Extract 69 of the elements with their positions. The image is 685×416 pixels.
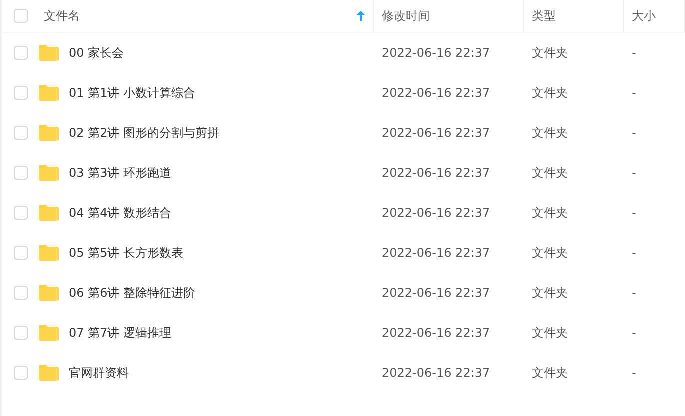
folder-icon <box>39 125 59 141</box>
column-header[interactable]: 类型 <box>532 7 556 25</box>
sort-arrow-icon[interactable] <box>357 11 365 21</box>
file-size: - <box>632 206 636 220</box>
checkbox[interactable] <box>14 366 28 380</box>
checkbox[interactable] <box>14 246 28 260</box>
file-type: 文件夹 <box>532 126 568 140</box>
checkbox[interactable] <box>14 206 28 220</box>
file-size: - <box>632 126 636 140</box>
modified-time: 2022-06-16 22:37 <box>382 126 490 140</box>
file-type: 文件夹 <box>532 166 568 180</box>
checkbox[interactable] <box>14 286 28 300</box>
modified-time: 2022-06-16 22:37 <box>382 326 490 340</box>
modified-time: 2022-06-16 22:37 <box>382 366 490 380</box>
file-row[interactable]: 官网群资料 2022-06-16 22:37 文件夹 - <box>2 353 685 393</box>
file-name[interactable]: 06 第6讲 整除特征进阶 <box>69 284 196 302</box>
folder-icon <box>39 165 59 181</box>
checkbox[interactable] <box>14 166 28 180</box>
file-row[interactable]: 00 家长会 2022-06-16 22:37 文件夹 - <box>2 33 685 73</box>
file-size: - <box>632 166 636 180</box>
modified-time: 2022-06-16 22:37 <box>382 86 490 100</box>
file-name[interactable]: 05 第5讲 长方形数表 <box>69 244 184 262</box>
file-row[interactable]: 03 第3讲 环形跑道 2022-06-16 22:37 文件夹 - <box>2 153 685 193</box>
folder-icon <box>39 205 59 221</box>
file-size: - <box>632 326 636 340</box>
folder-icon <box>39 285 59 301</box>
file-row[interactable]: 04 第4讲 数形结合 2022-06-16 22:37 文件夹 - <box>2 193 685 233</box>
file-type: 文件夹 <box>532 246 568 260</box>
column-header[interactable]: 大小 <box>632 7 656 25</box>
checkbox[interactable] <box>14 46 28 60</box>
file-type: 文件夹 <box>532 86 568 100</box>
modified-time: 2022-06-16 22:37 <box>382 46 490 60</box>
file-size: - <box>632 86 636 100</box>
file-name[interactable]: 官网群资料 <box>69 364 129 382</box>
modified-time: 2022-06-16 22:37 <box>382 206 490 220</box>
file-size: - <box>632 366 636 380</box>
file-size: - <box>632 46 636 60</box>
column-header[interactable]: 文件名 <box>44 7 80 25</box>
folder-icon <box>39 45 59 61</box>
checkbox[interactable] <box>14 126 28 140</box>
file-type: 文件夹 <box>532 326 568 340</box>
folder-icon <box>39 245 59 261</box>
file-name[interactable]: 02 第2讲 图形的分割与剪拼 <box>69 124 220 142</box>
file-size: - <box>632 246 636 260</box>
checkbox[interactable] <box>14 326 28 340</box>
file-name[interactable]: 07 第7讲 逻辑推理 <box>69 324 172 342</box>
modified-time: 2022-06-16 22:37 <box>382 246 490 260</box>
file-size: - <box>632 286 636 300</box>
file-type: 文件夹 <box>532 286 568 300</box>
file-row[interactable]: 01 第1讲 小数计算综合 2022-06-16 22:37 文件夹 - <box>2 73 685 113</box>
file-name[interactable]: 01 第1讲 小数计算综合 <box>69 84 196 102</box>
file-row[interactable]: 07 第7讲 逻辑推理 2022-06-16 22:37 文件夹 - <box>2 313 685 353</box>
file-row[interactable]: 05 第5讲 长方形数表 2022-06-16 22:37 文件夹 - <box>2 233 685 273</box>
checkbox[interactable] <box>14 9 28 23</box>
checkbox[interactable] <box>14 86 28 100</box>
file-row[interactable]: 02 第2讲 图形的分割与剪拼 2022-06-16 22:37 文件夹 - <box>2 113 685 153</box>
folder-icon <box>39 325 59 341</box>
column-header[interactable]: 修改时间 <box>382 7 430 25</box>
file-type: 文件夹 <box>532 46 568 60</box>
file-type: 文件夹 <box>532 206 568 220</box>
modified-time: 2022-06-16 22:37 <box>382 166 490 180</box>
file-name[interactable]: 03 第3讲 环形跑道 <box>69 164 172 182</box>
file-name[interactable]: 00 家长会 <box>69 44 124 62</box>
file-name[interactable]: 04 第4讲 数形结合 <box>69 204 172 222</box>
modified-time: 2022-06-16 22:37 <box>382 286 490 300</box>
folder-icon <box>39 85 59 101</box>
folder-icon <box>39 365 59 381</box>
file-type: 文件夹 <box>532 366 568 380</box>
file-row[interactable]: 06 第6讲 整除特征进阶 2022-06-16 22:37 文件夹 - <box>2 273 685 313</box>
